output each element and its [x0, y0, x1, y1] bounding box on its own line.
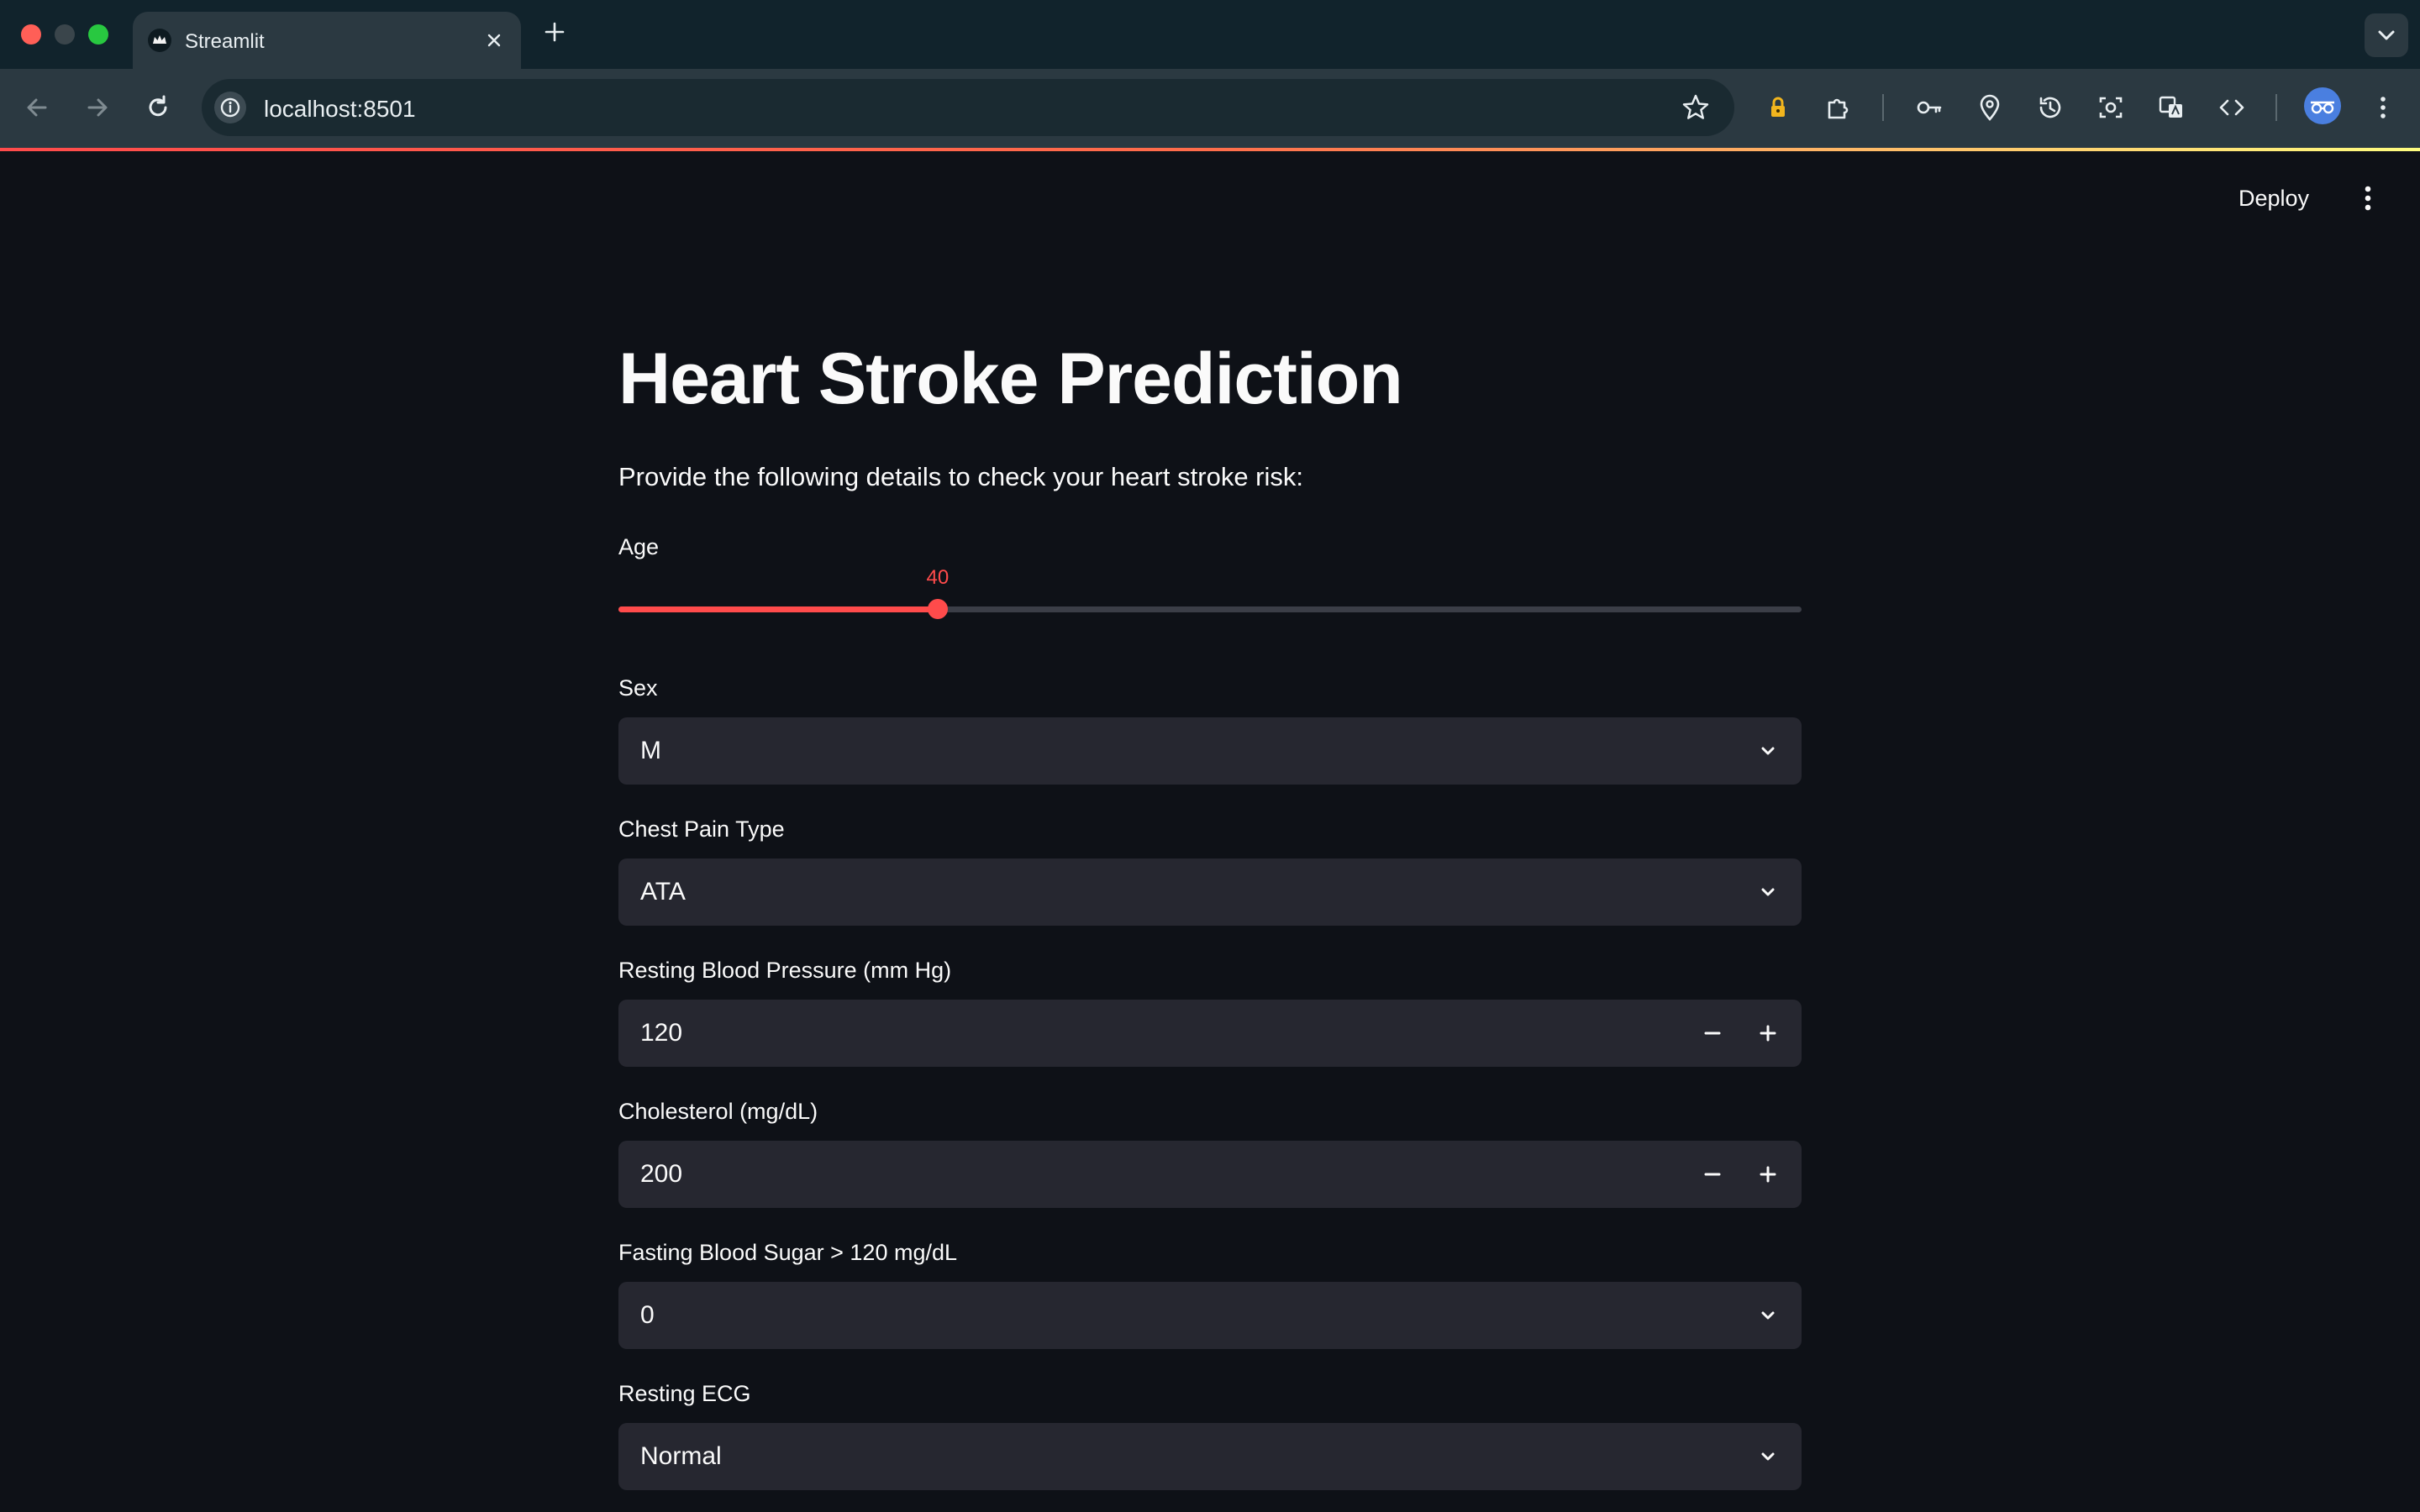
resting-ecg-select-value: Normal — [640, 1442, 722, 1470]
sex-label: Sex — [618, 675, 658, 701]
chest-pain-label: Chest Pain Type — [618, 816, 785, 842]
resting-bp-value[interactable]: 120 — [640, 1000, 682, 1067]
extensions-puzzle-icon[interactable] — [1822, 91, 1855, 124]
deploy-button[interactable]: Deploy — [2238, 180, 2309, 217]
streamlit-decoration-bar — [0, 148, 2420, 151]
toolbar-divider — [1882, 94, 1884, 121]
main-menu-icon[interactable] — [2353, 181, 2383, 215]
toolbar-divider — [2275, 94, 2277, 121]
chest-pain-select-value: ATA — [640, 878, 686, 906]
increment-plus-icon[interactable] — [1751, 1016, 1785, 1050]
chevron-down-icon — [1761, 1452, 1775, 1461]
close-tab-icon[interactable] — [481, 27, 508, 54]
translate-icon[interactable] — [2154, 91, 2188, 124]
url-text[interactable]: localhost:8501 — [264, 96, 416, 123]
code-brackets-icon[interactable] — [2215, 91, 2249, 124]
age-slider[interactable] — [618, 599, 1802, 619]
cholesterol-input[interactable]: 200 — [618, 1141, 1802, 1208]
address-bar[interactable]: localhost:8501 — [202, 79, 1734, 136]
age-slider-fill — [618, 606, 938, 612]
password-key-icon[interactable] — [1912, 91, 1946, 124]
maximize-window-button[interactable] — [88, 24, 108, 45]
chevron-down-icon — [2378, 30, 2395, 40]
back-arrow-icon[interactable] — [20, 91, 54, 124]
age-slider-thumb[interactable] — [928, 599, 948, 619]
location-pin-icon[interactable] — [1973, 91, 2007, 124]
reload-icon[interactable] — [141, 91, 175, 124]
incognito-glasses-icon — [2311, 101, 2334, 114]
site-info-icon[interactable] — [213, 91, 247, 124]
resting-bp-label: Resting Blood Pressure (mm Hg) — [618, 958, 952, 983]
minimize-window-button[interactable] — [55, 24, 75, 45]
page-subtitle: Provide the following details to check y… — [618, 462, 1303, 491]
resting-ecg-select[interactable]: Normal — [618, 1423, 1802, 1490]
page-title: Heart Stroke Prediction — [618, 339, 1403, 419]
cholesterol-value[interactable]: 200 — [640, 1141, 682, 1208]
lock-extension-icon[interactable] — [1761, 91, 1795, 124]
fasting-bs-select[interactable]: 0 — [618, 1282, 1802, 1349]
tab-search-button[interactable] — [2365, 13, 2408, 57]
streamlit-crown-icon — [148, 29, 171, 52]
tab-title: Streamlit — [185, 30, 265, 53]
fasting-bs-select-value: 0 — [640, 1301, 655, 1329]
fasting-bs-label: Fasting Blood Sugar > 120 mg/dL — [618, 1240, 958, 1265]
chevron-down-icon — [1761, 888, 1775, 896]
age-slider-value: 40 — [926, 566, 950, 589]
new-tab-icon[interactable] — [541, 18, 568, 45]
history-icon[interactable] — [2033, 91, 2067, 124]
profile-avatar[interactable] — [2304, 87, 2341, 124]
chevron-down-icon — [1761, 1311, 1775, 1320]
sex-select[interactable]: M — [618, 717, 1802, 785]
resting-ecg-label: Resting ECG — [618, 1381, 751, 1406]
decrement-minus-icon[interactable] — [1696, 1158, 1729, 1191]
sex-select-value: M — [640, 737, 661, 764]
age-label: Age — [618, 534, 660, 559]
browser-tab-bar: Streamlit — [0, 0, 2420, 69]
increment-plus-icon[interactable] — [1751, 1158, 1785, 1191]
screenshot-camera-icon[interactable] — [2094, 91, 2128, 124]
decrement-minus-icon[interactable] — [1696, 1016, 1729, 1050]
browser-tab[interactable]: Streamlit — [133, 12, 521, 69]
bookmark-star-icon[interactable] — [1681, 92, 1711, 123]
chest-pain-select[interactable]: ATA — [618, 858, 1802, 926]
cholesterol-label: Cholesterol (mg/dL) — [618, 1099, 818, 1124]
browser-menu-icon[interactable] — [2366, 91, 2400, 124]
forward-arrow-icon[interactable] — [81, 91, 114, 124]
close-window-button[interactable] — [21, 24, 41, 45]
resting-bp-input[interactable]: 120 — [618, 1000, 1802, 1067]
chevron-down-icon — [1761, 747, 1775, 755]
